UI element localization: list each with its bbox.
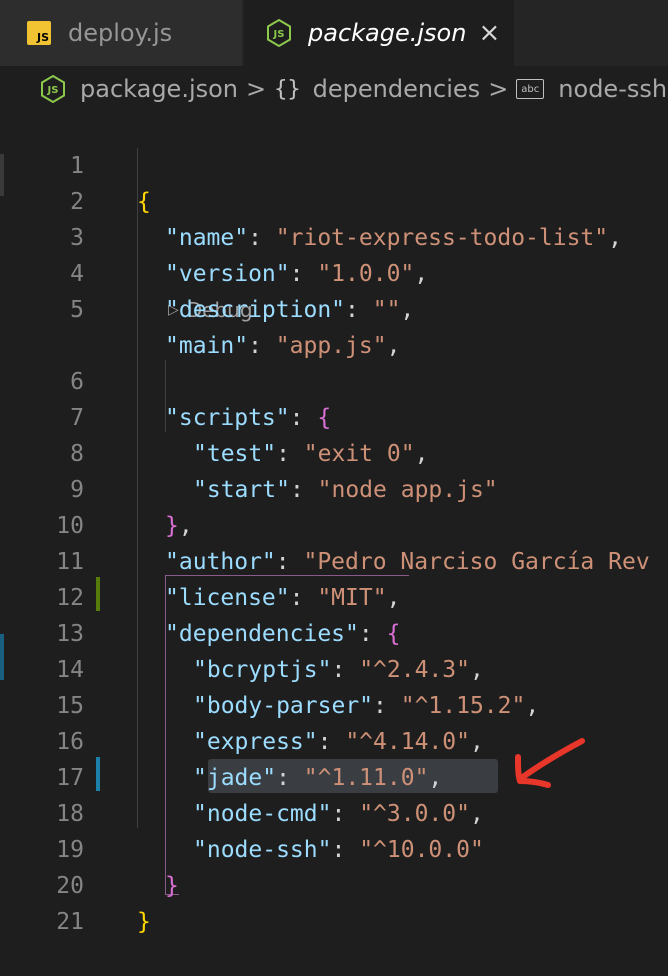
close-icon[interactable]: × [478,18,500,48]
code-line: 15 "express": "^4.14.0", [0,652,668,755]
line-number: 21 [56,909,84,935]
breadcrumb: JS package.json > {} dependencies > abc … [0,66,668,112]
code-line: 19 } [0,796,668,899]
string-icon: abc [516,79,545,99]
breadcrumb-file[interactable]: package.json [80,75,238,103]
code-line: 4 "description": "", [0,220,668,323]
code-line: 7 "test": "exit 0", [0,364,668,467]
comma: , [400,297,415,323]
colon: : [345,297,373,323]
nodejs-file-icon: JS [40,75,66,103]
js-file-icon: JS [27,21,51,45]
svg-text:JS: JS [47,85,59,96]
code-line: 10 "author": "Pedro Narciso García Rev [0,472,668,575]
chevron-right-icon: > [246,75,267,103]
code-line: 5 "main": "app.js", [0,256,668,359]
code-line: 13 "bcryptjs": "^2.4.3", [0,580,668,683]
json-key: "description" [165,297,346,323]
code-line: 20 } [0,832,668,935]
code-line: 8 "start": "node app.js" [0,400,668,503]
code-line: 11 "license": "MIT", [0,508,668,611]
tab-label: package.json [308,19,467,47]
code-line: 9 }, [0,436,668,539]
tab-label: deploy.js [68,19,173,47]
brace: } [137,909,151,935]
code-line: 3 "version": "1.0.0", [0,184,668,287]
code-line: 14 "body-parser": "^1.15.2", [0,616,668,719]
code-line: 16 "jade": "^1.11.0", [0,688,668,791]
nodejs-file-icon: JS [266,19,292,47]
code-line: 21 [0,868,668,935]
json-value: "" [372,297,401,323]
code-editor[interactable]: ▷ Debug 1 { 2 "name": "riot-express-todo… [0,112,668,935]
code-line: 12 "dependencies": { [0,544,668,647]
code-line: 2 "name": "riot-express-todo-list", [0,148,668,251]
red-arrow-icon [512,735,588,795]
breadcrumb-object[interactable]: dependencies [313,75,481,103]
tab-bar: JS deploy.js JS package.json × [0,0,668,66]
code-line: 1 { [0,112,668,215]
line-number: 5 [70,297,84,323]
tab-deploy-js[interactable]: JS deploy.js [0,0,243,66]
breadcrumb-property[interactable]: node-ssh [558,75,667,103]
tab-package-json[interactable]: JS package.json × [244,0,514,66]
code-line: 6 "scripts": { [0,328,668,431]
object-icon: {} [274,76,301,102]
chevron-right-icon: > [488,75,509,103]
svg-text:JS: JS [273,29,285,40]
